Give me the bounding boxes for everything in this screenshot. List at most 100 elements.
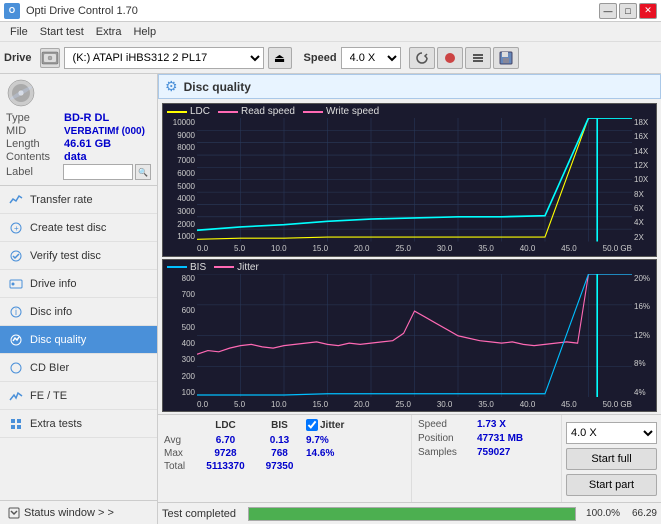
sidebar-item-extra-tests[interactable]: Extra tests <box>0 410 157 438</box>
progress-bar-fill <box>249 508 575 520</box>
status-window-button[interactable]: Status window > > <box>0 500 157 524</box>
nav-label-fe-te: FE / TE <box>30 390 67 402</box>
disc-label-icon-button[interactable]: 🔍 <box>135 164 151 180</box>
mid-value: VERBATIMf (000) <box>64 126 145 137</box>
drive-label: Drive <box>4 52 32 64</box>
record-button[interactable] <box>437 47 463 69</box>
length-value: 46.61 GB <box>64 138 111 150</box>
create-test-disc-icon: + <box>8 220 24 236</box>
disc-quality-icon <box>8 332 24 348</box>
disc-section: Type BD-R DL MID VERBATIMf (000) Length … <box>0 74 157 186</box>
menu-start-test[interactable]: Start test <box>34 24 90 40</box>
sidebar: Type BD-R DL MID VERBATIMf (000) Length … <box>0 74 158 524</box>
verify-test-disc-icon <box>8 248 24 264</box>
nav-label-cd-bier: CD BIer <box>30 362 69 374</box>
nav-label-drive-info: Drive info <box>30 278 76 290</box>
maximize-button[interactable]: □ <box>619 3 637 19</box>
nav-label-disc-quality: Disc quality <box>30 334 86 346</box>
close-button[interactable]: ✕ <box>639 3 657 19</box>
panel-icon: ⚙ <box>165 78 178 95</box>
panel-title: Disc quality <box>184 80 251 94</box>
length-label: Length <box>6 138 64 150</box>
contents-label: Contents <box>6 151 64 163</box>
progress-percent: 100.0% <box>580 508 620 519</box>
menu-help[interactable]: Help <box>127 24 162 40</box>
nav-label-disc-info: Disc info <box>30 306 72 318</box>
cd-bier-icon <box>8 360 24 376</box>
sidebar-item-drive-info[interactable]: Drive info <box>0 270 157 298</box>
minimize-button[interactable]: — <box>599 3 617 19</box>
speed-dropdown[interactable]: 4.0 X <box>341 47 401 69</box>
type-value: BD-R DL <box>64 112 109 124</box>
speed-select-bottom[interactable]: 4.0 X <box>566 422 657 444</box>
max-ldc: 9728 <box>198 448 253 459</box>
sidebar-item-fe-te[interactable]: FE / TE <box>0 382 157 410</box>
mid-label: MID <box>6 125 64 137</box>
drive-dropdown[interactable]: (K:) ATAPI iHBS312 2 PL17 <box>64 47 264 69</box>
right-value: 66.29 <box>632 508 657 519</box>
speed-label: Speed <box>304 52 337 64</box>
app-icon: O <box>4 3 20 19</box>
extra-tests-icon <box>8 416 24 432</box>
avg-jitter: 9.7% <box>306 435 329 446</box>
progress-bar-area: Test completed 100.0% 66.29 <box>158 502 661 524</box>
menu-extra[interactable]: Extra <box>90 24 128 40</box>
panel-header: ⚙ Disc quality <box>158 74 661 99</box>
ldc-chart-svg <box>197 118 632 242</box>
refresh-button[interactable] <box>409 47 435 69</box>
drive-icon <box>40 48 60 68</box>
sidebar-item-transfer-rate[interactable]: Transfer rate <box>0 186 157 214</box>
sidebar-item-create-test-disc[interactable]: + Create test disc <box>0 214 157 242</box>
nav-label-extra-tests: Extra tests <box>30 418 82 430</box>
svg-text:i: i <box>15 307 17 317</box>
jitter-header: Jitter <box>320 420 344 431</box>
sidebar-item-disc-quality[interactable]: Disc quality <box>0 326 157 354</box>
avg-ldc: 6.70 <box>198 435 253 446</box>
ldc-chart: LDC Read speed Write speed 10000 9000 <box>162 103 657 257</box>
settings-button[interactable] <box>465 47 491 69</box>
total-ldc: 5113370 <box>198 461 253 472</box>
disc-label-label: Label <box>6 166 63 178</box>
progress-bar <box>248 507 576 521</box>
total-label: Total <box>164 461 194 472</box>
avg-bis: 0.13 <box>257 435 302 446</box>
max-jitter: 14.6% <box>306 448 334 459</box>
disc-image-icon <box>6 78 36 108</box>
samples-label: Samples <box>418 447 473 458</box>
save-button[interactable] <box>493 47 519 69</box>
sidebar-item-verify-test-disc[interactable]: Verify test disc <box>0 242 157 270</box>
fe-te-icon <box>8 388 24 404</box>
title-bar: O Opti Drive Control 1.70 — □ ✕ <box>0 0 661 22</box>
drive-info-icon <box>8 276 24 292</box>
bis-jitter-chart: BIS Jitter 800 700 600 500 400 300 2 <box>162 259 657 413</box>
svg-text:+: + <box>14 224 19 233</box>
sidebar-item-disc-info[interactable]: i Disc info <box>0 298 157 326</box>
stats-area: LDC BIS Jitter Avg 6.70 0.13 9.7% Max <box>158 414 661 502</box>
nav-label-create-test-disc: Create test disc <box>30 222 106 234</box>
eject-button[interactable]: ⏏ <box>268 47 292 69</box>
jitter-checkbox[interactable] <box>306 419 318 431</box>
menu-bar: File Start test Extra Help <box>0 22 661 42</box>
ldc-header: LDC <box>198 420 253 431</box>
disc-info-icon: i <box>8 304 24 320</box>
nav-label-transfer-rate: Transfer rate <box>30 194 93 206</box>
start-part-button[interactable]: Start part <box>566 474 657 496</box>
chart2-legend: BIS Jitter <box>167 262 259 273</box>
position-value: 47731 MB <box>477 433 523 444</box>
type-label: Type <box>6 112 64 124</box>
status-text: Test completed <box>162 508 236 520</box>
total-bis: 97350 <box>257 461 302 472</box>
nav-label-verify-test-disc: Verify test disc <box>30 250 101 262</box>
max-bis: 768 <box>257 448 302 459</box>
chart1-legend: LDC Read speed Write speed <box>167 106 379 117</box>
speed-info-value: 1.73 X <box>477 419 506 430</box>
transfer-rate-icon <box>8 192 24 208</box>
main-area: Type BD-R DL MID VERBATIMf (000) Length … <box>0 74 661 524</box>
menu-file[interactable]: File <box>4 24 34 40</box>
avg-label: Avg <box>164 435 194 446</box>
sidebar-item-cd-bier[interactable]: CD BIer <box>0 354 157 382</box>
start-full-button[interactable]: Start full <box>566 448 657 470</box>
disc-label-input[interactable] <box>63 164 133 180</box>
max-label: Max <box>164 448 194 459</box>
speed-info-label: Speed <box>418 419 473 430</box>
